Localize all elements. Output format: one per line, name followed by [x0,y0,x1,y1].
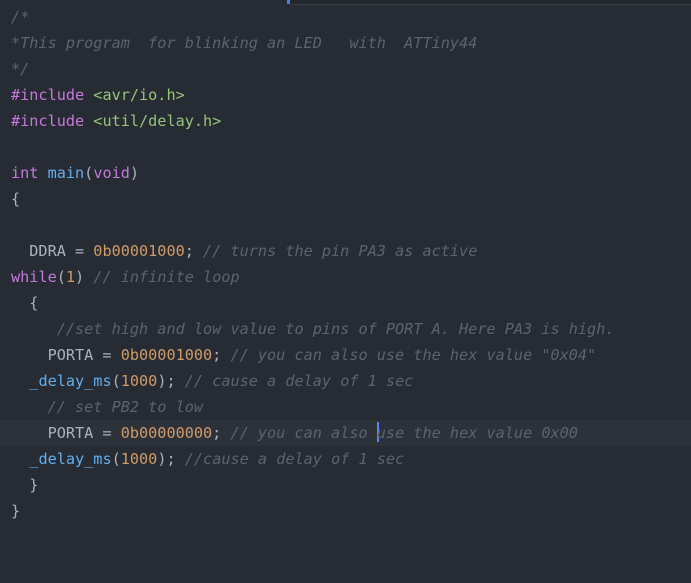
code-line[interactable]: *This program for blinking an LED with A… [11,30,477,56]
code-token: ); [157,372,185,390]
tab-bar-edge [290,0,691,5]
code-line[interactable]: #include <avr/io.h> [11,82,185,108]
code-line[interactable]: PORTA = 0b00000000; // you can also use … [11,420,578,446]
code-token: //cause a delay of 1 sec [184,450,405,468]
code-token: 0b00001000 [93,242,185,260]
code-token: //set high and low value to pins of PORT… [56,320,615,338]
code-token: // turns the pin PA3 as active [203,242,478,260]
code-token: _delay_ms [29,372,112,390]
code-token: 1000 [120,372,158,390]
code-token: ( [84,164,94,182]
active-tab-indicator [287,0,290,4]
code-token: ); [157,450,185,468]
code-line[interactable]: { [11,186,20,212]
code-token: */ [11,60,30,78]
code-token: while [11,268,57,286]
code-line[interactable]: } [11,498,20,524]
code-token: // set PB2 to low [47,398,204,416]
code-token: 1000 [120,450,158,468]
code-token: *This program for blinking an LED with A… [11,34,478,52]
code-line[interactable]: DDRA = 0b00001000; // turns the pin PA3 … [11,238,477,264]
code-token: { [11,294,39,312]
code-line[interactable]: */ [11,56,29,82]
code-token: ( [56,268,66,286]
code-token: ; [212,346,231,364]
code-line[interactable]: // set PB2 to low [11,394,203,420]
code-token: { [11,190,21,208]
code-line[interactable]: _delay_ms(1000); // cause a delay of 1 s… [11,368,413,394]
code-token: ) [75,268,94,286]
code-token: PORTA = [11,424,121,442]
code-token: 0b00000000 [120,424,213,442]
code-line[interactable]: while(1) // infinite loop [11,264,240,290]
code-token: <util/delay.h> [93,112,222,130]
code-token: // you can also use the hex value "0x04" [230,346,597,364]
code-line[interactable]: int main(void) [11,160,139,186]
code-token: _delay_ms [29,450,112,468]
code-token: } [11,502,21,520]
code-token: int [11,164,48,182]
code-token: main [47,164,85,182]
code-token: ( [111,372,121,390]
code-token: PORTA = [11,346,121,364]
code-editor[interactable]: /* *This program for blinking an LED with… [0,0,691,583]
code-line[interactable]: #include <util/delay.h> [11,108,221,134]
code-token: 0b00001000 [120,346,213,364]
code-token: ) [129,164,140,182]
code-token: DDRA = [11,242,94,260]
code-token: } [11,476,39,494]
code-token: // you can also [230,424,377,442]
code-token: 1 [65,268,76,286]
code-token: void [93,164,130,182]
code-token: #include [11,86,94,104]
code-token: #include [11,112,94,130]
code-token: /* [11,8,30,26]
code-token: ; [184,242,204,260]
code-line[interactable]: //set high and low value to pins of PORT… [11,316,615,342]
code-line[interactable]: { [11,290,38,316]
code-line[interactable]: /* [11,4,29,30]
code-line[interactable]: } [11,472,38,498]
code-token: // infinite loop [93,268,240,286]
code-line[interactable]: _delay_ms(1000); //cause a delay of 1 se… [11,446,404,472]
code-token: // cause a delay of 1 sec [184,372,414,390]
code-token: ( [111,450,121,468]
code-line[interactable]: PORTA = 0b00001000; // you can also use … [11,342,597,368]
code-token: <avr/io.h> [93,86,185,104]
code-token: ; [212,424,231,442]
code-token: use the hex value 0x00 [376,424,578,442]
